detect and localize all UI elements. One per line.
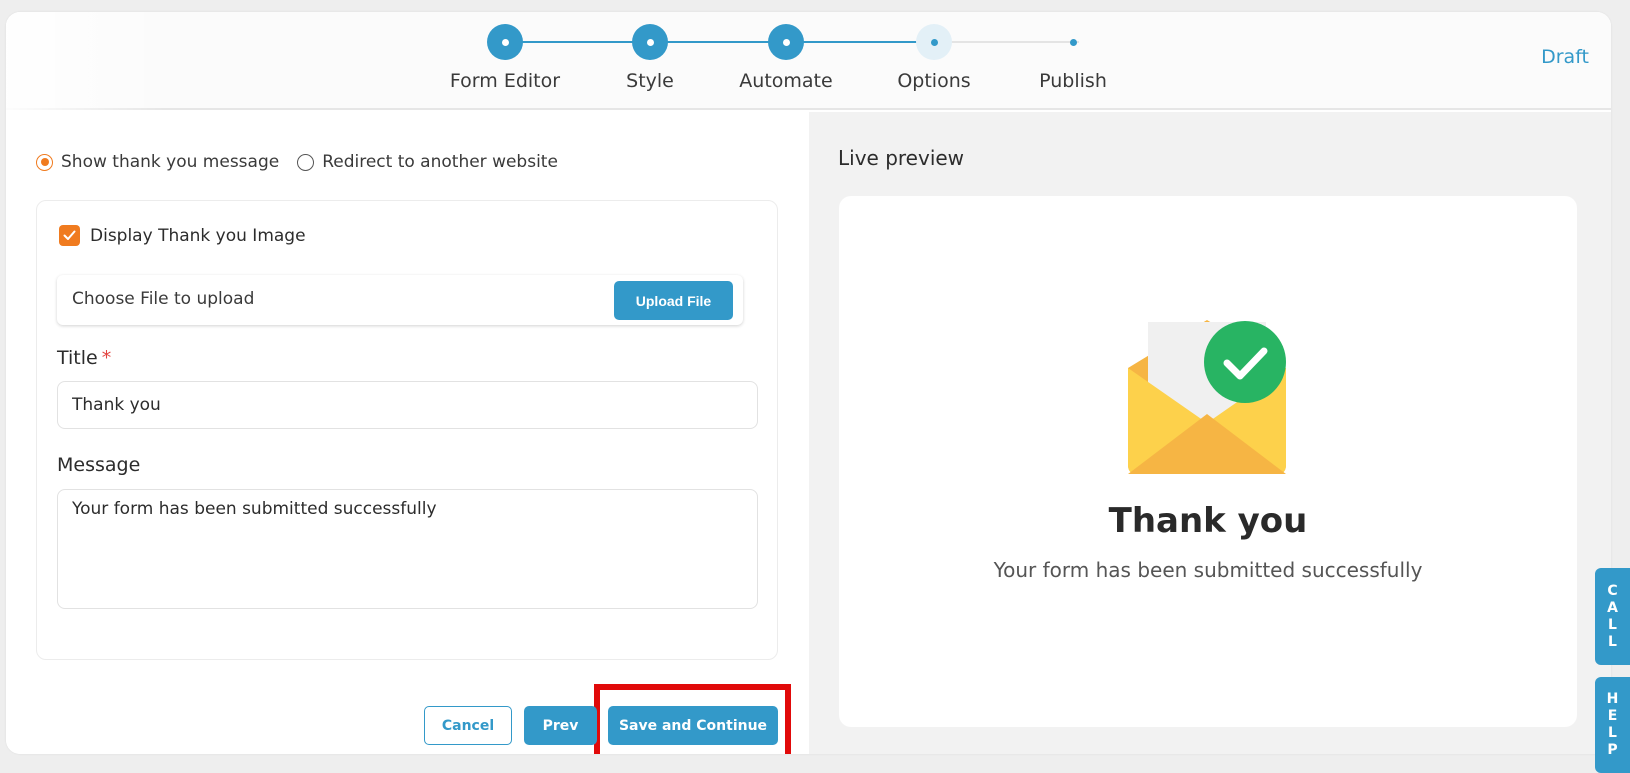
help-tab-letter: L — [1608, 725, 1617, 741]
radio-show-thank-you-label[interactable]: Show thank you message — [61, 152, 279, 172]
message-label: Message — [57, 454, 141, 476]
display-image-label[interactable]: Display Thank you Image — [90, 226, 306, 246]
title-label-text: Title — [57, 347, 98, 369]
radio-redirect[interactable] — [297, 153, 315, 171]
step-connector — [520, 41, 647, 43]
title-input[interactable] — [57, 381, 758, 429]
display-image-checkbox[interactable] — [59, 225, 80, 246]
preview-thank-you-title: Thank you — [1108, 501, 1308, 541]
stepper: Form Editor Style Automate Options Publi… — [6, 12, 1611, 110]
upload-file-button[interactable]: Upload File — [614, 281, 733, 320]
form-builder-card: Form Editor Style Automate Options Publi… — [6, 12, 1611, 754]
radio-show-thank-you[interactable] — [36, 153, 53, 171]
file-upload-field[interactable]: Choose File to upload Upload File — [57, 275, 743, 325]
prev-button[interactable]: Prev — [524, 706, 597, 745]
step-connector — [665, 41, 783, 43]
step-dot-style[interactable] — [632, 24, 668, 60]
help-tab[interactable]: H E L P — [1595, 677, 1630, 773]
stepper-header: Form Editor Style Automate Options Publi… — [6, 12, 1611, 110]
step-dot-publish[interactable] — [1055, 24, 1091, 60]
options-pane: Show thank you message Redirect to anoth… — [6, 112, 809, 754]
call-tab-letter: L — [1608, 616, 1617, 633]
required-mark: * — [101, 347, 112, 369]
call-tab-letter: A — [1607, 599, 1618, 616]
step-dot-options[interactable] — [916, 24, 952, 60]
save-and-continue-button[interactable]: Save and Continue — [608, 706, 778, 745]
title-label: Title * — [57, 347, 111, 369]
step-dot-form-editor[interactable] — [487, 24, 523, 60]
cancel-button[interactable]: Cancel — [424, 706, 512, 745]
display-image-row: Display Thank you Image — [59, 225, 306, 246]
help-tab-letter: P — [1607, 742, 1618, 758]
step-label-automate[interactable]: Automate — [739, 70, 832, 92]
step-label-form-editor[interactable]: Form Editor — [450, 70, 560, 92]
live-preview-heading: Live preview — [838, 146, 965, 170]
step-connector — [801, 41, 931, 43]
call-tab[interactable]: C A L L — [1595, 568, 1630, 665]
envelope-check-icon — [1128, 320, 1286, 474]
thank-you-mode-radio-group: Show thank you message Redirect to anoth… — [36, 152, 576, 172]
radio-redirect-label[interactable]: Redirect to another website — [322, 152, 558, 172]
help-tab-letter: E — [1607, 708, 1618, 724]
thank-you-settings-card: Display Thank you Image Choose File to u… — [36, 200, 778, 660]
step-label-options[interactable]: Options — [897, 70, 970, 92]
call-tab-letter: C — [1607, 582, 1618, 599]
upload-placeholder: Choose File to upload — [72, 289, 255, 309]
help-tab-letter: H — [1606, 691, 1619, 707]
status-badge: Draft — [1541, 46, 1589, 68]
step-dot-automate[interactable] — [768, 24, 804, 60]
message-textarea[interactable]: Your form has been submitted successfull… — [57, 489, 758, 609]
preview-card: Thank you Your form has been submitted s… — [839, 196, 1577, 727]
call-tab-letter: L — [1608, 633, 1617, 650]
live-preview-pane: Live preview Thank you Your form has bee… — [809, 112, 1611, 754]
step-label-style[interactable]: Style — [626, 70, 674, 92]
preview-thank-you-message: Your form has been submitted successfull… — [993, 558, 1423, 582]
step-label-publish[interactable]: Publish — [1039, 70, 1107, 92]
checkmark-icon — [63, 230, 76, 240]
